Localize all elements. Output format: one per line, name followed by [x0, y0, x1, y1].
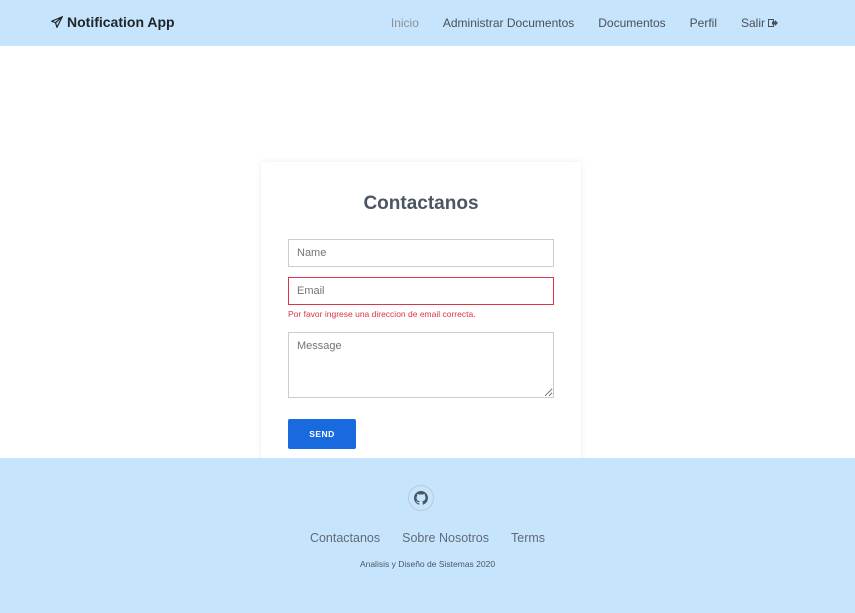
- email-input[interactable]: [288, 277, 554, 305]
- name-input[interactable]: [288, 239, 554, 267]
- nav-administrar-documentos[interactable]: Administrar Documentos: [443, 16, 574, 30]
- form-title: Contactanos: [363, 193, 479, 214]
- footer-link-sobre-nosotros[interactable]: Sobre Nosotros: [402, 531, 489, 545]
- send-button[interactable]: SEND: [288, 419, 356, 449]
- brand-name: Notification App: [67, 14, 175, 30]
- nav-documentos[interactable]: Documentos: [598, 16, 665, 30]
- sign-out-icon: [768, 19, 778, 27]
- contact-form-card: Contactanos Por favor ingrese una direcc…: [261, 162, 581, 462]
- footer-link-terms[interactable]: Terms: [511, 531, 545, 545]
- footer: Contactanos Sobre Nosotros Terms Analisi…: [0, 458, 855, 613]
- navbar: Notification App Inicio Administrar Docu…: [0, 0, 855, 46]
- copyright: Analisis y Diseño de Sistemas 2020: [359, 559, 496, 569]
- nav-perfil[interactable]: Perfil: [690, 16, 717, 30]
- nav-salir-label: Salir: [740, 16, 765, 30]
- message-textarea[interactable]: [288, 332, 554, 398]
- github-icon: [414, 491, 428, 505]
- footer-link-contactanos[interactable]: Contactanos: [310, 531, 380, 545]
- nav-salir[interactable]: Salir: [741, 16, 778, 30]
- email-error: Por favor ingrese una direccion de email…: [288, 309, 476, 319]
- paper-plane-icon: [51, 16, 63, 28]
- nav-inicio[interactable]: Inicio: [391, 16, 419, 30]
- brand-link[interactable]: Notification App: [51, 14, 175, 30]
- github-button[interactable]: [408, 485, 434, 511]
